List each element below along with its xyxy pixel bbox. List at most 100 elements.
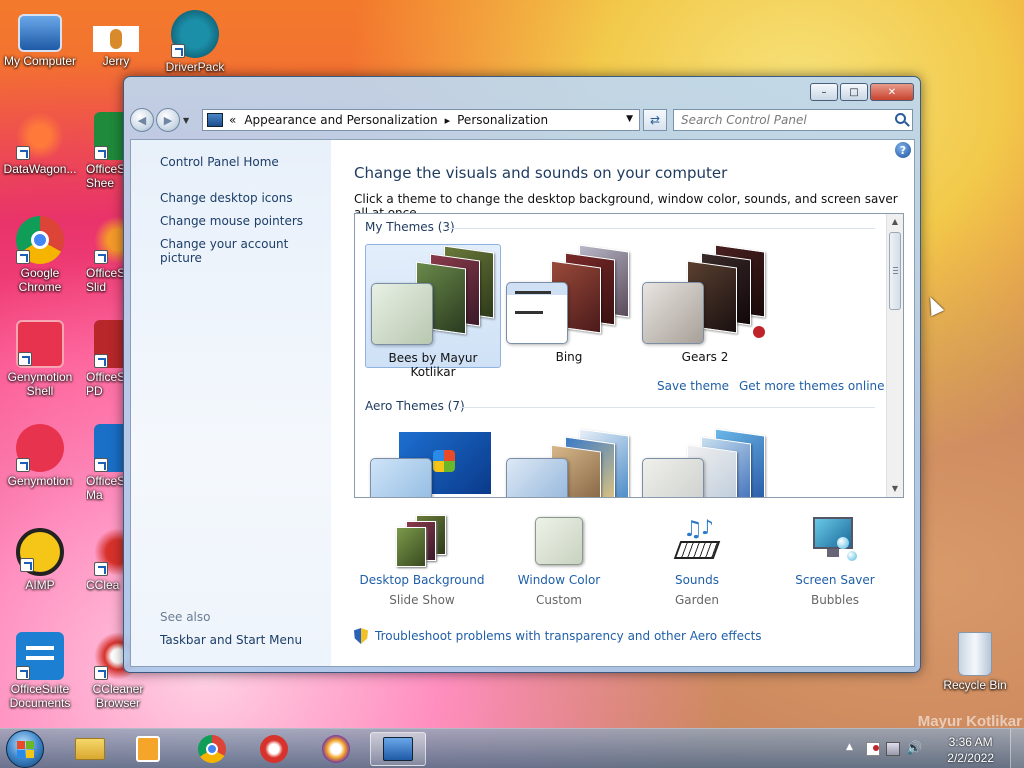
desktop-icon-aimp[interactable]: AIMP bbox=[0, 528, 80, 592]
minimize-button[interactable]: – bbox=[810, 83, 838, 101]
desktop-icon-google-chrome[interactable]: Google Chrome bbox=[0, 216, 80, 294]
theme-bees[interactable]: Bees by Mayur Kotlikar bbox=[365, 244, 501, 379]
desktop-icon-officesuite-sheets[interactable]: OfficeS Shee bbox=[86, 112, 124, 190]
themes-scrollbar[interactable]: ▲ ▼ bbox=[886, 214, 903, 497]
screen-saver-icon bbox=[807, 515, 863, 567]
option-screen-saver[interactable]: Screen Saver Bubbles bbox=[772, 515, 898, 607]
theme-architecture[interactable] bbox=[501, 428, 637, 497]
theme-gears-2[interactable]: Gears 2 bbox=[637, 244, 773, 368]
taskbar-control-panel[interactable] bbox=[370, 732, 426, 766]
option-title[interactable]: Screen Saver bbox=[772, 573, 898, 587]
window-color-swatch bbox=[642, 458, 704, 497]
breadcrumb-separator-icon[interactable]: ▸ bbox=[445, 114, 451, 127]
shortcut-arrow-icon bbox=[94, 562, 108, 576]
control-panel-icon bbox=[207, 113, 223, 127]
sidebar-link-control-panel-home[interactable]: Control Panel Home bbox=[160, 155, 279, 169]
desktop-icon-recycle-bin[interactable]: Recycle Bin bbox=[935, 632, 1015, 692]
breadcrumb-prefix[interactable]: « bbox=[229, 113, 236, 127]
desktop-icon-label: Recycle Bin bbox=[943, 678, 1007, 692]
option-title[interactable]: Window Color bbox=[496, 573, 622, 587]
scroll-thumb[interactable] bbox=[889, 232, 901, 310]
option-title[interactable]: Desktop Background bbox=[359, 573, 485, 587]
desktop-icon-officesuite-documents[interactable]: OfficeSuite Documents bbox=[0, 632, 80, 710]
option-sounds[interactable]: ♫ ♪ Sounds Garden bbox=[634, 515, 760, 607]
desktop-icon-genymotion[interactable]: Genymotion bbox=[0, 424, 80, 488]
media-player-icon bbox=[136, 736, 160, 762]
scroll-grip bbox=[893, 267, 898, 268]
sidebar-link-change-desktop-icons[interactable]: Change desktop icons bbox=[160, 191, 293, 205]
window-color-swatch bbox=[642, 282, 704, 344]
option-desktop-background[interactable]: Desktop Background Slide Show bbox=[359, 515, 485, 607]
desktop-icon-genymotion-shell[interactable]: Genymotion Shell bbox=[0, 320, 80, 398]
taskbar-chrome[interactable] bbox=[184, 732, 240, 766]
desktop-icon-ccleaner[interactable]: CClea bbox=[86, 528, 124, 592]
officesuite-slides-icon bbox=[94, 216, 124, 264]
breadcrumb-item-appearance[interactable]: Appearance and Personalization bbox=[244, 113, 437, 127]
tray-expand-icon[interactable]: ▲ bbox=[846, 742, 853, 752]
taskbar-media-player[interactable] bbox=[120, 732, 176, 766]
close-button[interactable]: ✕ bbox=[870, 83, 914, 101]
chrome-icon bbox=[16, 216, 64, 264]
taskbar: ▲ 🔊 3:36 AM 2/2/2022 bbox=[0, 728, 1024, 768]
recent-pages-dropdown[interactable]: ▼ bbox=[183, 116, 189, 125]
show-desktop-button[interactable] bbox=[1010, 729, 1024, 768]
system-tray: ▲ 🔊 3:36 AM 2/2/2022 bbox=[834, 729, 1024, 768]
sidebar-link-taskbar-start-menu[interactable]: Taskbar and Start Menu bbox=[160, 633, 302, 647]
scroll-up-icon[interactable]: ▲ bbox=[887, 214, 903, 230]
desktop-icon-my-computer[interactable]: My Computer bbox=[0, 10, 80, 68]
desktop-icon-label: DriverPack bbox=[165, 60, 225, 74]
theme-windows-7[interactable] bbox=[365, 428, 501, 497]
recycle-bin-icon bbox=[958, 632, 992, 676]
desktop-icon-datawagon[interactable]: DataWagon... bbox=[0, 112, 80, 176]
clock[interactable]: 3:36 AM 2/2/2022 bbox=[947, 734, 994, 766]
sidebar-link-change-account-picture[interactable]: Change your account picture bbox=[160, 237, 331, 265]
personalization-window: – □ ✕ ◀ ▶ ▼ « Appearance and Personaliza… bbox=[123, 76, 921, 673]
network-icon[interactable] bbox=[886, 742, 900, 756]
option-window-color[interactable]: Window Color Custom bbox=[496, 515, 622, 607]
maximize-button[interactable]: □ bbox=[840, 83, 868, 101]
troubleshoot-link[interactable]: Troubleshoot problems with transparency … bbox=[354, 628, 762, 644]
taskbar-ccleaner[interactable] bbox=[246, 732, 302, 766]
shortcut-arrow-icon bbox=[16, 250, 30, 264]
scroll-down-icon[interactable]: ▼ bbox=[887, 481, 903, 497]
window-controls: – □ ✕ bbox=[810, 83, 914, 101]
officesuite-documents-icon bbox=[16, 632, 64, 680]
troubleshoot-text[interactable]: Troubleshoot problems with transparency … bbox=[375, 629, 762, 643]
gears-logo-icon bbox=[753, 326, 765, 338]
desktop-icon-officesuite-mail[interactable]: OfficeS Ma bbox=[86, 424, 124, 502]
desktop-icon-label: Jerry bbox=[102, 54, 130, 68]
search-icon[interactable] bbox=[895, 113, 906, 124]
genymotion-icon bbox=[16, 424, 64, 472]
desktop-icon-jerry[interactable]: Jerry bbox=[76, 10, 156, 68]
option-value: Slide Show bbox=[389, 593, 455, 607]
theme-bing[interactable]: Bing bbox=[501, 244, 637, 368]
address-bar[interactable]: « Appearance and Personalization ▸ Perso… bbox=[202, 109, 640, 131]
desktop-icon-driverpack[interactable]: DriverPack bbox=[155, 10, 235, 74]
desktop-icon-officesuite-pdf[interactable]: OfficeS PD bbox=[86, 320, 124, 398]
desktop-icon-label: OfficeS PD bbox=[86, 370, 124, 398]
nav-buttons: ◀ ▶ ▼ bbox=[130, 108, 200, 132]
action-center-icon[interactable] bbox=[866, 742, 880, 756]
group-divider bbox=[447, 228, 875, 229]
refresh-button[interactable]: ⇄ bbox=[643, 109, 667, 131]
breadcrumb-item-personalization[interactable]: Personalization bbox=[457, 113, 548, 127]
desktop-icon-officesuite-slides[interactable]: OfficeS Slid bbox=[86, 216, 124, 294]
window-color-swatch bbox=[506, 282, 568, 344]
sidebar-link-change-mouse-pointers[interactable]: Change mouse pointers bbox=[160, 214, 303, 228]
back-button[interactable]: ◀ bbox=[130, 108, 154, 132]
taskbar-explorer[interactable] bbox=[62, 732, 118, 766]
forward-button[interactable]: ▶ bbox=[156, 108, 180, 132]
volume-icon[interactable]: 🔊 bbox=[906, 742, 922, 756]
desktop-icon-label: DataWagon... bbox=[3, 162, 77, 176]
get-more-themes-link[interactable]: Get more themes online bbox=[739, 379, 885, 393]
shortcut-arrow-icon bbox=[16, 666, 30, 680]
avast-browser-icon bbox=[322, 735, 350, 763]
taskbar-avast-browser[interactable] bbox=[308, 732, 364, 766]
address-dropdown-icon[interactable]: ▼ bbox=[626, 114, 633, 124]
start-button[interactable] bbox=[6, 730, 44, 768]
search-input[interactable] bbox=[681, 113, 881, 127]
help-icon[interactable]: ? bbox=[895, 142, 911, 158]
save-theme-link[interactable]: Save theme bbox=[657, 379, 729, 393]
option-title[interactable]: Sounds bbox=[634, 573, 760, 587]
theme-characters[interactable] bbox=[637, 428, 773, 497]
